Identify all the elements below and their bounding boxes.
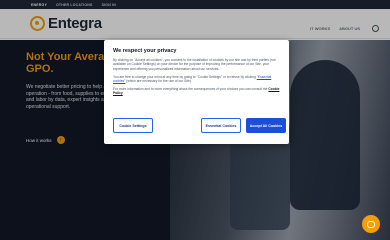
- cookie-dialog-paragraph-2: You are free to change your mind at any …: [113, 75, 280, 84]
- essential-cookies-button[interactable]: Essential Cookies: [201, 118, 241, 133]
- cookie-dialog-paragraph-1: By clicking on "Accept all cookies", you…: [113, 58, 276, 71]
- cookie-para3-text: For more information and to more everyth…: [113, 87, 269, 92]
- chat-bubble-icon: [367, 220, 375, 228]
- cookie-para2-text: You are free to change your mind at any …: [113, 74, 257, 79]
- accept-all-cookies-button[interactable]: Accept All Cookies: [246, 118, 286, 133]
- chat-button[interactable]: [362, 215, 380, 233]
- cookie-consent-dialog: We respect your privacy By clicking on "…: [104, 40, 289, 144]
- cookie-settings-button[interactable]: Cookie Settings: [113, 118, 153, 133]
- cookie-para2-tail: (which are necessary for the use of our …: [125, 79, 192, 84]
- cookie-dialog-title: We respect your privacy: [113, 48, 177, 54]
- cookie-button-row: Cookie Settings Essential Cookies Accept…: [113, 118, 286, 133]
- cookie-dialog-paragraph-3: For more information and to more everyth…: [113, 87, 280, 96]
